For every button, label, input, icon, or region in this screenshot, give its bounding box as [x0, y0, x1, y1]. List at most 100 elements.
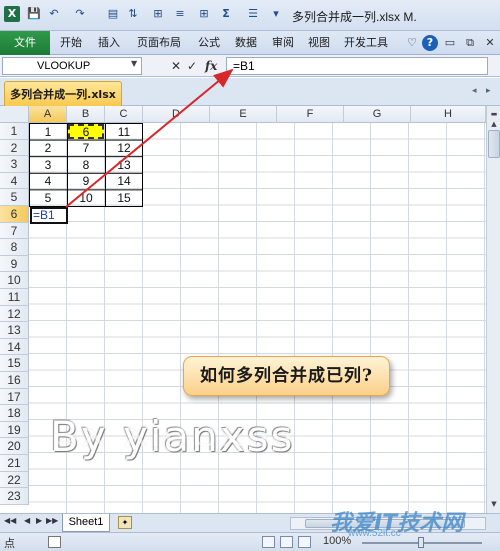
- enter-icon[interactable]: ✓: [187, 57, 197, 75]
- row-header[interactable]: 17: [0, 388, 29, 406]
- first-sheet-icon[interactable]: ◀◀: [4, 516, 16, 525]
- row-header[interactable]: 13: [0, 322, 29, 339]
- help-icon[interactable]: ?: [422, 35, 438, 51]
- zoom-slider-knob[interactable]: [418, 537, 424, 548]
- cell[interactable]: 8: [67, 157, 105, 173]
- cell[interactable]: 15: [105, 190, 143, 206]
- cell[interactable]: 3: [29, 157, 67, 173]
- row-header[interactable]: 18: [0, 405, 29, 422]
- cell[interactable]: 4: [29, 173, 67, 189]
- tab-review[interactable]: 审阅: [272, 31, 294, 55]
- cell[interactable]: 2: [29, 140, 67, 156]
- tab-page-layout[interactable]: 页面布局: [137, 31, 181, 55]
- column-header[interactable]: C: [105, 106, 143, 123]
- row-header[interactable]: 11: [0, 289, 29, 306]
- align-icon[interactable]: ☰: [245, 6, 261, 22]
- name-box[interactable]: VLOOKUP: [2, 57, 142, 75]
- row-header[interactable]: 1: [0, 123, 29, 140]
- page-break-view-icon[interactable]: [298, 536, 311, 548]
- cell[interactable]: 10: [67, 190, 105, 206]
- row-header[interactable]: 4: [0, 172, 29, 190]
- tab-developer[interactable]: 开发工具: [344, 31, 388, 55]
- tab-data[interactable]: 数据: [235, 31, 257, 55]
- insert-sheet-icon[interactable]: ✦: [118, 516, 132, 529]
- normal-view-icon[interactable]: [262, 536, 275, 548]
- row-header[interactable]: 2: [0, 139, 29, 157]
- window-title: 多列合并成一列.xlsx M.: [292, 10, 417, 24]
- cancel-icon[interactable]: ✕: [171, 57, 181, 75]
- workbook-tab[interactable]: 多列合并成一列.xlsx: [4, 81, 122, 106]
- formula-input[interactable]: =B1: [226, 57, 488, 75]
- tab-home[interactable]: 开始: [60, 31, 82, 55]
- cell[interactable]: 7: [67, 140, 105, 156]
- scroll-thumb[interactable]: [488, 130, 500, 158]
- row-header[interactable]: 23: [0, 488, 29, 505]
- row-header[interactable]: 12: [0, 305, 29, 323]
- cell[interactable]: 11: [105, 124, 143, 140]
- tab-left-icon[interactable]: ◂: [472, 86, 477, 96]
- borders-icon[interactable]: ⊞: [196, 6, 212, 22]
- undo-icon[interactable]: ↶: [46, 6, 62, 22]
- sheet-tab[interactable]: Sheet1: [62, 514, 110, 532]
- close-icon[interactable]: ✕: [482, 35, 498, 51]
- column-header[interactable]: D: [143, 106, 210, 123]
- sort-icon[interactable]: ⇅: [125, 6, 141, 22]
- print-preview-icon[interactable]: ▤: [105, 6, 121, 22]
- excel-logo-icon: X: [4, 6, 20, 22]
- column-header[interactable]: F: [277, 106, 344, 123]
- scroll-down-icon[interactable]: ▼: [488, 498, 500, 510]
- cell[interactable]: 1: [29, 124, 67, 140]
- row-header[interactable]: 22: [0, 471, 29, 489]
- number-icon[interactable]: ⊞: [150, 6, 166, 22]
- column-header[interactable]: H: [411, 106, 486, 123]
- row-header[interactable]: 16: [0, 372, 29, 389]
- row-header[interactable]: 20: [0, 438, 29, 455]
- column-header[interactable]: E: [210, 106, 277, 123]
- scroll-up-icon[interactable]: ▲: [488, 118, 500, 130]
- next-sheet-icon[interactable]: ▶: [36, 516, 42, 525]
- cell[interactable]: 6: [67, 124, 105, 140]
- last-sheet-icon[interactable]: ▶▶: [46, 516, 58, 525]
- row-header[interactable]: 3: [0, 156, 29, 173]
- row-header[interactable]: 15: [0, 355, 29, 372]
- cell[interactable]: 12: [105, 140, 143, 156]
- row-header[interactable]: 14: [0, 338, 29, 356]
- cell[interactable]: 5: [29, 190, 67, 206]
- restore-icon[interactable]: ⧉: [462, 35, 478, 51]
- row-header[interactable]: 21: [0, 455, 29, 472]
- title-bar: X 💾 ↶ ↷ ▤ ⇅ ⊞ ≡ ⊞ Σ ☰ ▾ 多列合并成一列.xlsx M.: [0, 0, 500, 31]
- cell[interactable]: 14: [105, 173, 143, 189]
- row-header[interactable]: 19: [0, 421, 29, 439]
- insert-function-icon[interactable]: fx: [205, 57, 217, 75]
- tab-right-icon[interactable]: ▸: [486, 86, 491, 96]
- tab-view[interactable]: 视图: [308, 31, 330, 55]
- cell[interactable]: 9: [67, 173, 105, 189]
- redo-icon[interactable]: ↷: [72, 6, 88, 22]
- cell[interactable]: 13: [105, 157, 143, 173]
- macro-record-icon[interactable]: [48, 536, 61, 548]
- minimize-icon[interactable]: ▭: [442, 35, 458, 51]
- row-header[interactable]: 9: [0, 255, 29, 273]
- save-icon[interactable]: 💾: [26, 6, 42, 22]
- filter-icon[interactable]: ≡: [172, 6, 188, 22]
- page-layout-view-icon[interactable]: [280, 536, 293, 548]
- tab-formulas[interactable]: 公式: [198, 31, 220, 55]
- customize-qat-icon[interactable]: ▾: [268, 6, 284, 22]
- row-header[interactable]: 7: [0, 222, 29, 240]
- collapse-ribbon-icon[interactable]: ♡: [404, 35, 420, 51]
- vertical-scrollbar[interactable]: ▬ ▲ ▼: [486, 106, 500, 513]
- prev-sheet-icon[interactable]: ◀: [24, 516, 30, 525]
- chevron-down-icon[interactable]: ▼: [131, 59, 137, 68]
- row-header[interactable]: 10: [0, 272, 29, 289]
- column-header[interactable]: B: [67, 106, 105, 123]
- tab-insert[interactable]: 插入: [98, 31, 120, 55]
- select-all-corner[interactable]: [0, 106, 29, 123]
- row-header[interactable]: 8: [0, 239, 29, 256]
- active-cell-a6[interactable]: =B1: [30, 207, 68, 224]
- autosum-icon[interactable]: Σ: [218, 6, 234, 22]
- column-header[interactable]: G: [344, 106, 411, 123]
- row-header[interactable]: 6: [0, 206, 29, 223]
- row-header[interactable]: 5: [0, 189, 29, 206]
- column-header[interactable]: A: [29, 106, 67, 123]
- file-tab[interactable]: 文件: [0, 31, 50, 55]
